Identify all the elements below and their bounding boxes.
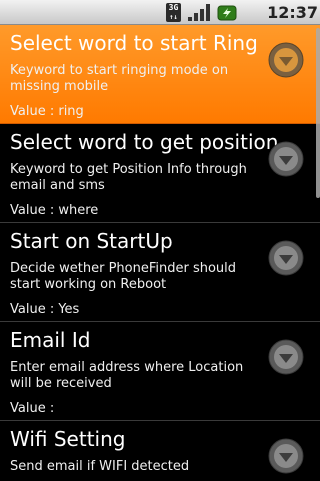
signal-strength-icon <box>188 4 210 21</box>
pref-value: Value : ring <box>10 104 84 119</box>
pref-summary: Enter email address where Location will … <box>10 360 244 391</box>
status-bar: 3G ↑↓ 12:37 AM <box>0 0 320 41</box>
battery-charging-icon <box>217 5 237 21</box>
dropdown-circle-icon[interactable] <box>268 141 304 177</box>
pref-title: Email Id <box>10 328 91 352</box>
pref-start-on-startup[interactable]: Start on StartUp Decide wether PhoneFind… <box>0 223 320 322</box>
pref-title: Start on StartUp <box>10 229 173 253</box>
scrollbar[interactable] <box>316 28 320 198</box>
pref-get-position[interactable]: Select word to get position Keyword to g… <box>0 124 320 223</box>
pref-summary: Keyword to get Position Info through ema… <box>10 162 247 193</box>
3g-data-icon: 3G ↑↓ <box>166 3 181 22</box>
dropdown-circle-icon[interactable] <box>268 240 304 276</box>
pref-title: Select word to start Ring <box>10 31 258 55</box>
pref-value: Value : <box>10 401 55 416</box>
pref-title: Wifi Setting <box>10 427 126 451</box>
dropdown-circle-icon[interactable] <box>268 339 304 375</box>
clock: 12:37 AM <box>267 3 318 41</box>
pref-summary: Send email if WIFI detected <box>10 459 190 474</box>
pref-value: Value : Yes <box>10 302 80 317</box>
pref-summary: Decide wether PhoneFinder should start w… <box>10 261 237 292</box>
pref-wifi-setting[interactable]: Wifi Setting Send email if WIFI detected <box>0 421 320 481</box>
pref-summary: Keyword to start ringing mode on missing… <box>10 63 229 94</box>
dropdown-circle-icon[interactable] <box>268 438 304 474</box>
pref-email-id[interactable]: Email Id Enter email address where Locat… <box>0 322 320 421</box>
pref-title: Select word to get position <box>10 130 279 154</box>
dropdown-circle-icon[interactable] <box>268 42 304 78</box>
network-label: 3G <box>168 3 179 12</box>
preference-list: Select word to start Ring Keyword to sta… <box>0 25 320 481</box>
pref-value: Value : where <box>10 203 99 218</box>
pref-start-ring[interactable]: Select word to start Ring Keyword to sta… <box>0 25 320 124</box>
